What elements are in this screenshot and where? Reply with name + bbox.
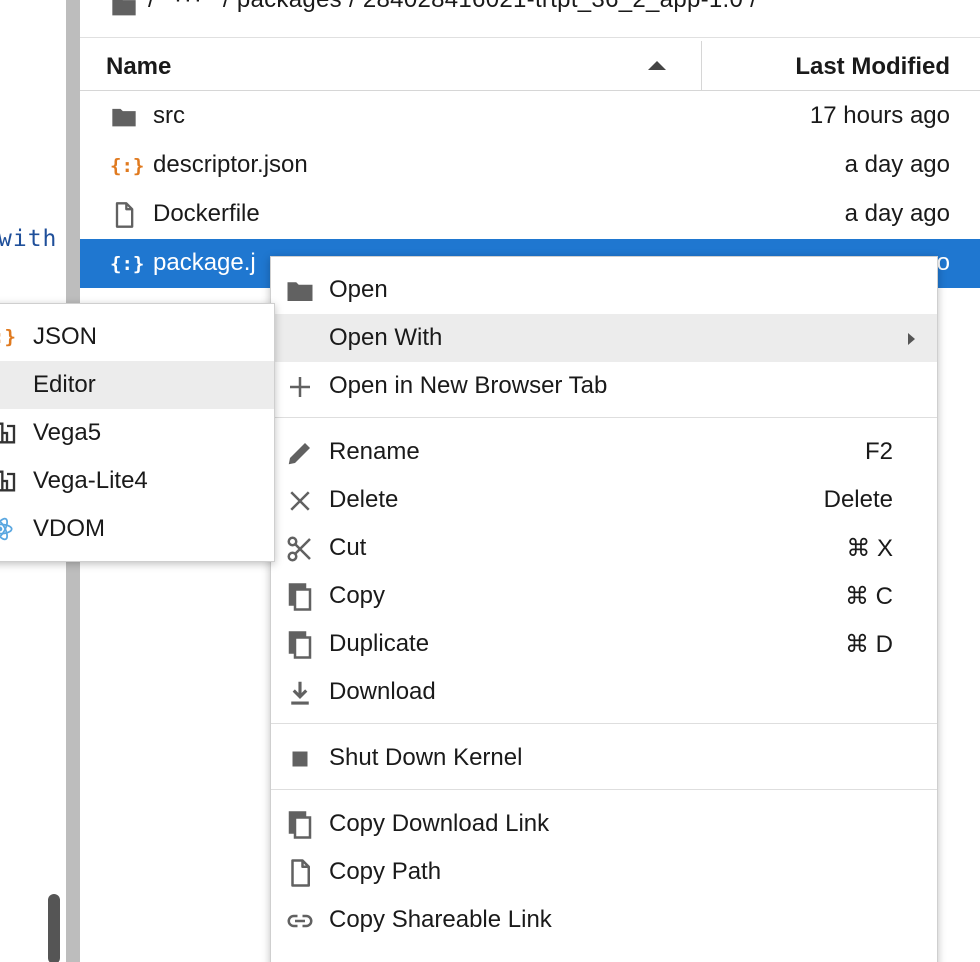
breadcrumb-separator: / [349,0,356,13]
folder-icon [285,276,315,306]
vega-icon [0,467,21,495]
menu-item-label: Copy [329,582,386,609]
menu-item-delete[interactable]: Delete Delete [271,476,937,524]
menu-item-rename[interactable]: Rename F2 [271,428,937,476]
menu-item-open-with[interactable]: Open With [271,314,937,362]
menu-item-label: Cut [329,534,367,561]
file-modified: a day ago [844,151,950,178]
submenu-item-label: Vega5 [33,419,102,446]
file-name: src [153,102,185,129]
file-row-dockerfile[interactable]: Dockerfile a day ago [80,190,980,239]
breadcrumb: / ··· / packages / 284028416021-trtpt_36… [80,0,980,38]
file-list-header: Name Last Modified [80,41,980,91]
menu-item-shortcut: ⌘ D [845,631,893,658]
menu-item-label: Copy Shareable Link [329,906,552,933]
copy-icon [285,810,315,840]
copy-icon [285,582,315,612]
context-menu: Open Open With Open in New Browser Tab R… [270,256,938,962]
menu-item-open-new-tab[interactable]: Open in New Browser Tab [271,362,937,410]
name-column-header[interactable]: Name [80,41,702,90]
name-column-label: Name [106,53,172,80]
duplicate-icon [285,630,315,660]
submenu-item-label: Editor [33,371,96,398]
submenu-item-json[interactable]: :} JSON [0,313,274,361]
menu-item-label: Copy Download Link [329,810,550,837]
json-icon: {:} [110,253,145,275]
submenu-item-label: JSON [33,323,98,350]
last-modified-column-header[interactable]: Last Modified [795,53,950,81]
submenu-item-vdom[interactable]: VDOM [0,505,274,553]
menu-item-download[interactable]: Download [271,668,937,716]
file-name: package.j [153,249,256,276]
file-modified: a day ago [844,200,950,227]
file-row-src[interactable]: src 17 hours ago [80,92,980,141]
menu-item-label: Open [329,276,388,303]
folder-icon [110,103,138,131]
menu-item-shortcut: F2 [864,438,893,465]
menu-item-label: Shut Down Kernel [329,744,523,771]
stop-icon [285,744,315,774]
menu-item-label: Rename [329,438,420,465]
plus-icon [285,372,315,402]
file-modified: 17 hours ago [809,102,950,129]
pencil-icon [285,438,315,468]
json-icon: :} [0,326,16,348]
submenu-item-label: VDOM [33,515,105,542]
breadcrumb-separator: / [750,0,757,13]
submenu-item-label: Vega-Lite4 [33,467,148,494]
menu-item-open[interactable]: Open [271,266,937,314]
menu-separator [271,723,937,724]
react-icon [0,515,21,543]
menu-item-shortcut: Delete [823,486,893,513]
menu-item-copy-shareable-link[interactable]: Copy Shareable Link [271,896,937,944]
menu-item-cut[interactable]: Cut ⌘ X [271,524,937,572]
editor-scrollbar[interactable] [48,894,60,962]
breadcrumb-root[interactable]: / [148,0,155,13]
file-modified: o [936,249,950,276]
menu-item-shortcut: ⌘ X [846,535,893,562]
open-with-submenu: :} JSON Editor Vega5 Vega-Lite4 VDOM [0,303,275,562]
link-icon [285,906,315,936]
menu-item-label: Copy Path [329,858,442,885]
home-folder-icon[interactable] [110,0,138,20]
submenu-item-vega5[interactable]: Vega5 [0,409,274,457]
submenu-item-vega-lite4[interactable]: Vega-Lite4 [0,457,274,505]
menu-item-shutdown-kernel[interactable]: Shut Down Kernel [271,734,937,782]
close-icon [285,486,315,516]
scissors-icon [285,534,315,564]
file-icon [285,858,315,888]
breadcrumb-separator: / [223,0,230,13]
menu-item-label: Open With [329,324,443,351]
breadcrumb-segment[interactable]: 284028416021-trtpt_36_2_app-1.0 [363,0,743,13]
file-row-descriptor[interactable]: {:} descriptor.json a day ago [80,141,980,190]
menu-item-label: Duplicate [329,630,430,657]
menu-item-copy-download-link[interactable]: Copy Download Link [271,800,937,848]
sort-ascending-icon [648,61,666,70]
menu-separator [271,417,937,418]
breadcrumb-ellipsis[interactable]: ··· [174,0,204,13]
download-icon [285,678,315,708]
breadcrumb-segment[interactable]: packages [237,0,342,13]
menu-item-duplicate[interactable]: Duplicate ⌘ D [271,620,937,668]
submenu-item-editor[interactable]: Editor [0,361,274,409]
file-name: descriptor.json [153,151,308,178]
json-icon: {:} [110,155,145,177]
file-icon [110,201,138,229]
vega-icon [0,419,21,447]
editor-code-fragment: with [0,226,58,252]
submenu-arrow-icon [908,333,915,345]
menu-item-copy[interactable]: Copy ⌘ C [271,572,937,620]
menu-item-shortcut: ⌘ C [845,583,893,610]
menu-item-label: Download [329,678,436,705]
menu-item-copy-path[interactable]: Copy Path [271,848,937,896]
menu-item-label: Open in New Browser Tab [329,372,608,399]
file-name: Dockerfile [153,200,260,227]
menu-item-label: Delete [329,486,399,513]
menu-separator [271,789,937,790]
breadcrumb-path: / ··· / packages / 284028416021-trtpt_36… [148,0,757,14]
